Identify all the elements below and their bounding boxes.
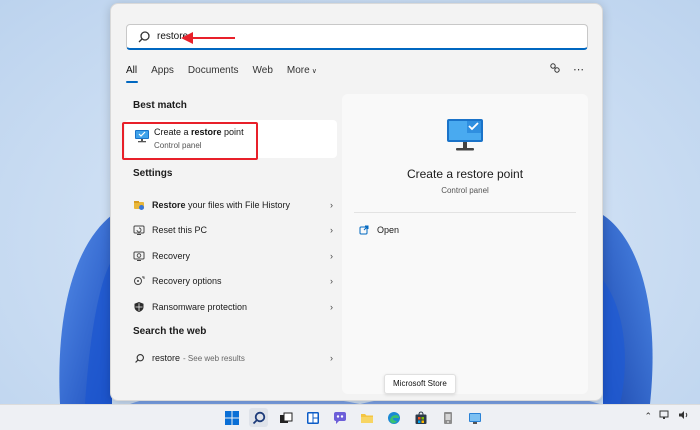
start-search-panel: All Apps Documents Web More∨ ⋯ Best matc… — [110, 3, 603, 401]
open-external-icon — [359, 225, 369, 235]
edge-button[interactable] — [384, 408, 403, 427]
search-web-heading: Search the web — [133, 325, 207, 337]
volume-icon[interactable] — [678, 410, 690, 422]
settings-item-label: Recovery options — [152, 276, 222, 287]
chevron-right-icon: › — [330, 250, 333, 261]
tab-documents[interactable]: Documents — [188, 64, 239, 84]
search-icon — [133, 352, 145, 364]
taskbar-search-button[interactable] — [249, 408, 268, 427]
settings-item-bold: Restore — [152, 199, 186, 210]
task-view-button[interactable] — [276, 408, 295, 427]
shield-icon — [133, 301, 145, 313]
settings-item-label: Reset this PC — [152, 225, 208, 236]
settings-item-label: Restore your files with File History — [152, 200, 290, 210]
restore-point-icon — [135, 130, 149, 143]
tab-all[interactable]: All — [126, 64, 139, 84]
widgets-button[interactable] — [303, 408, 322, 427]
best-match-heading: Best match — [133, 100, 187, 111]
open-action[interactable]: Open — [359, 225, 399, 235]
chat-button[interactable] — [330, 408, 349, 427]
settings-heading: Settings — [133, 168, 173, 179]
settings-item-rest: your files with File History — [185, 199, 291, 210]
settings-item-ransomware-protection[interactable]: Ransomware protection › — [125, 294, 343, 320]
restore-point-icon — [447, 119, 483, 151]
best-match-texts: Create a restore point Control panel — [154, 127, 244, 150]
widgets-icon — [306, 411, 319, 424]
task-view-icon — [279, 412, 292, 423]
web-result-suffix: - See web results — [183, 353, 245, 363]
preview-divider — [354, 212, 576, 213]
tab-web[interactable]: Web — [253, 64, 273, 84]
tab-more[interactable]: More ∨ — [287, 64, 317, 84]
app-icon — [443, 411, 452, 424]
preview-pane: Create a restore point Control panel Ope… — [342, 94, 588, 394]
chevron-down-icon: ∨ — [311, 68, 317, 75]
web-result-item[interactable]: restore - See web results › — [125, 346, 343, 372]
more-options-icon[interactable]: ⋯ — [573, 63, 584, 76]
annotation-arrow — [181, 32, 235, 44]
settings-item-recovery[interactable]: Recovery › — [125, 243, 343, 269]
settings-item-recovery-options[interactable]: Recovery options › — [125, 269, 343, 295]
preview-subtitle: Control panel — [441, 186, 489, 195]
microsoft-store-tooltip: Microsoft Store — [384, 374, 456, 394]
file-history-icon — [133, 199, 145, 211]
file-explorer-button[interactable] — [357, 408, 376, 427]
chevron-up-icon[interactable]: ⌃ — [644, 411, 652, 422]
best-match-subtitle: Control panel — [154, 141, 202, 150]
folder-icon — [360, 413, 373, 423]
taskbar: ⌃ — [0, 404, 700, 430]
best-match-title: Create a restore point — [154, 127, 244, 137]
results-list: Best match Create a restore point Contro… — [125, 96, 343, 371]
network-icon[interactable] — [659, 410, 671, 422]
search-icon — [138, 30, 150, 42]
settings-item-label: Ransomware protection — [152, 301, 248, 312]
settings-item-reset-pc[interactable]: Reset this PC › — [125, 218, 343, 244]
tab-apps[interactable]: Apps — [151, 64, 174, 84]
preview-title: Create a restore point — [406, 167, 524, 181]
windows-logo-icon — [224, 410, 239, 425]
best-match-title-prefix: Create a — [154, 127, 192, 137]
control-panel-button[interactable] — [465, 408, 484, 427]
taskbar-icons — [222, 408, 484, 427]
best-match-result[interactable]: Create a restore point Control panel — [125, 120, 337, 158]
chevron-right-icon: › — [330, 353, 333, 364]
tab-actions: ⋯ — [549, 62, 584, 77]
search-icon — [252, 411, 265, 424]
recovery-icon — [133, 250, 145, 262]
chevron-right-icon: › — [330, 225, 333, 236]
chevron-right-icon: › — [330, 199, 333, 210]
store-icon — [415, 410, 426, 424]
web-result-query: restore — [152, 353, 181, 364]
open-label: Open — [377, 225, 400, 235]
chat-icon — [333, 411, 346, 424]
chevron-right-icon: › — [330, 276, 333, 287]
start-button[interactable] — [222, 408, 241, 427]
chevron-right-icon: › — [330, 301, 333, 312]
app-button[interactable] — [438, 408, 457, 427]
recovery-options-icon — [133, 275, 145, 287]
settings-item-file-history[interactable]: Restore your files with File History › — [125, 192, 343, 218]
search-filter-tabs: All Apps Documents Web More ∨ — [126, 64, 331, 84]
microsoft-store-button[interactable] — [411, 408, 430, 427]
system-tray: ⌃ — [644, 410, 690, 422]
control-panel-icon — [468, 412, 481, 424]
best-match-title-bold: restore — [191, 127, 222, 137]
settings-results: Restore your files with File History › R… — [125, 192, 343, 320]
edge-icon — [387, 411, 400, 424]
tab-more-label: More — [286, 65, 310, 76]
reset-pc-icon — [133, 224, 145, 236]
share-devices-icon[interactable] — [549, 62, 561, 77]
settings-item-label: Recovery — [152, 250, 191, 261]
best-match-title-suffix: point — [221, 127, 244, 137]
